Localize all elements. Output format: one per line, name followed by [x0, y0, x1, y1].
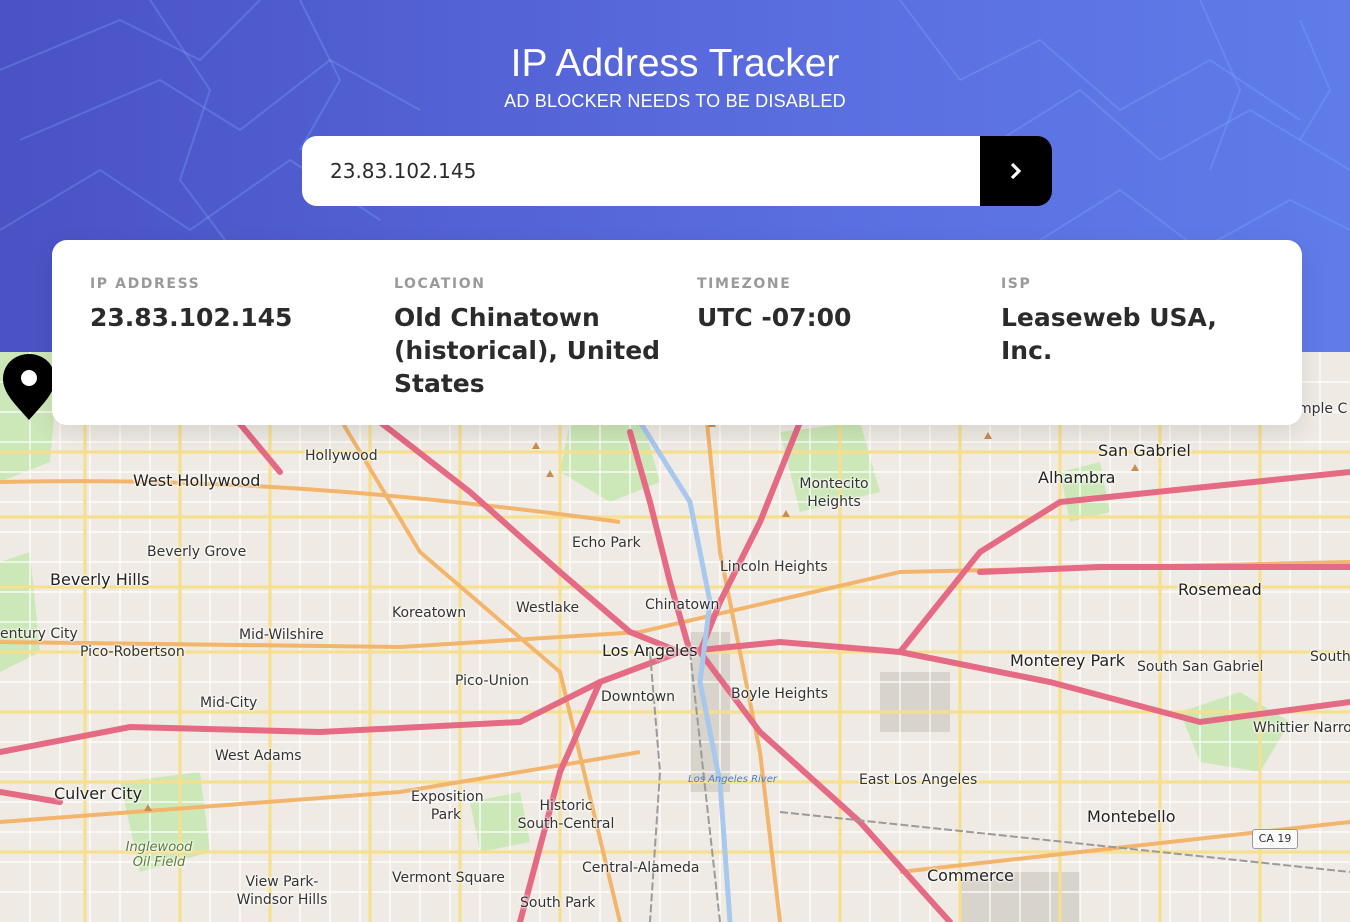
map-label-culver-city: Culver City — [54, 784, 143, 803]
map-label-pico-robertson: Pico-Robertson — [80, 644, 185, 660]
map-label-alhambra: Alhambra — [1038, 468, 1116, 487]
map-label-montebello: Montebello — [1087, 807, 1176, 826]
map-view[interactable]: Hollywood West Hollywood Beverly Grove B… — [0, 352, 1350, 922]
map-label-vermont-square: Vermont Square — [392, 870, 505, 886]
location-value: Old Chinatown (historical), United State… — [394, 303, 661, 398]
map-label-commerce: Commerce — [927, 866, 1014, 885]
map-label-lincoln-heights: Lincoln Heights — [720, 559, 828, 575]
map-label-chinatown: Chinatown — [645, 597, 720, 613]
map-label-downtown: Downtown — [601, 689, 676, 705]
ip-address-section: IP ADDRESS 23.83.102.145 — [90, 276, 360, 334]
isp-value: Leaseweb USA, Inc. — [1001, 303, 1217, 365]
location-pin-icon[interactable] — [0, 352, 58, 422]
map-label-east-los-angeles: East Los Angeles — [859, 772, 978, 788]
map-label-mid-wilshire: Mid-Wilshire — [239, 627, 324, 643]
map-label-pico-union: Pico-Union — [455, 673, 530, 689]
location-section: LOCATION Old Chinatown (historical), Uni… — [394, 276, 664, 400]
ip-address-value: 23.83.102.145 — [90, 303, 293, 332]
map-label-temple-city: mple C — [1298, 401, 1348, 417]
timezone-value: UTC -07:00 — [697, 303, 852, 332]
map-label-south: South — [1310, 649, 1350, 665]
map-label-west-hollywood: West Hollywood — [133, 471, 261, 490]
map-label-montecito-heights: Montecito Heights — [799, 476, 869, 510]
map-label-westlake: Westlake — [516, 600, 580, 616]
map-label-beverly-grove: Beverly Grove — [147, 544, 247, 560]
map-label-hollywood: Hollywood — [305, 448, 378, 464]
map-label-south-san-gabriel: South San Gabriel — [1137, 659, 1264, 675]
ip-address-label: IP ADDRESS — [90, 276, 201, 292]
isp-section: ISP Leaseweb USA, Inc. — [1001, 276, 1271, 367]
ip-info-card: IP ADDRESS 23.83.102.145 LOCATION Old Ch… — [52, 240, 1302, 425]
ip-search-form — [302, 136, 1052, 206]
chevron-right-icon — [1010, 162, 1022, 180]
map-label-monterey-park: Monterey Park — [1010, 651, 1126, 670]
map-label-inglewood-oil-field: Inglewood Oil Field — [125, 840, 193, 870]
map-label-beverly-hills: Beverly Hills — [50, 570, 150, 589]
map-tiles — [0, 352, 1350, 922]
map-label-exposition-park: Exposition Park — [411, 789, 484, 823]
location-label: LOCATION — [394, 276, 486, 292]
map-label-whittier-narrows: Whittier Narrows — [1253, 720, 1350, 736]
map-label-south-park: South Park — [520, 895, 596, 911]
map-label-view-park-windsor-hills: View Park-Windsor Hills — [236, 874, 328, 908]
map-label-mid-city: Mid-City — [200, 695, 258, 711]
map-label-century-city: entury City — [0, 626, 78, 642]
map-label-rosemead: Rosemead — [1178, 580, 1262, 599]
map-label-san-gabriel: San Gabriel — [1098, 441, 1191, 460]
isp-label: ISP — [1001, 276, 1032, 292]
ip-search-input[interactable] — [302, 136, 980, 206]
map-label-river: Los Angeles River — [688, 774, 777, 785]
page-subtitle: AD BLOCKER NEEDS TO BE DISABLED — [504, 91, 846, 111]
map-label-koreatown: Koreatown — [392, 605, 467, 621]
map-label-central-alameda: Central-Alameda — [582, 860, 700, 876]
map-label-echo-park: Echo Park — [572, 535, 641, 551]
timezone-section: TIMEZONE UTC -07:00 — [697, 276, 967, 334]
map-label-boyle-heights: Boyle Heights — [731, 686, 828, 702]
map-label-los-angeles: Los Angeles — [602, 641, 698, 660]
page-title: IP Address Tracker — [510, 42, 840, 85]
search-submit-button[interactable] — [980, 136, 1052, 206]
timezone-label: TIMEZONE — [697, 276, 792, 292]
route-shield: CA 19 — [1252, 829, 1298, 849]
map-label-west-adams: West Adams — [215, 748, 302, 764]
map-label-historic-south-central: Historic South-Central — [517, 798, 615, 832]
